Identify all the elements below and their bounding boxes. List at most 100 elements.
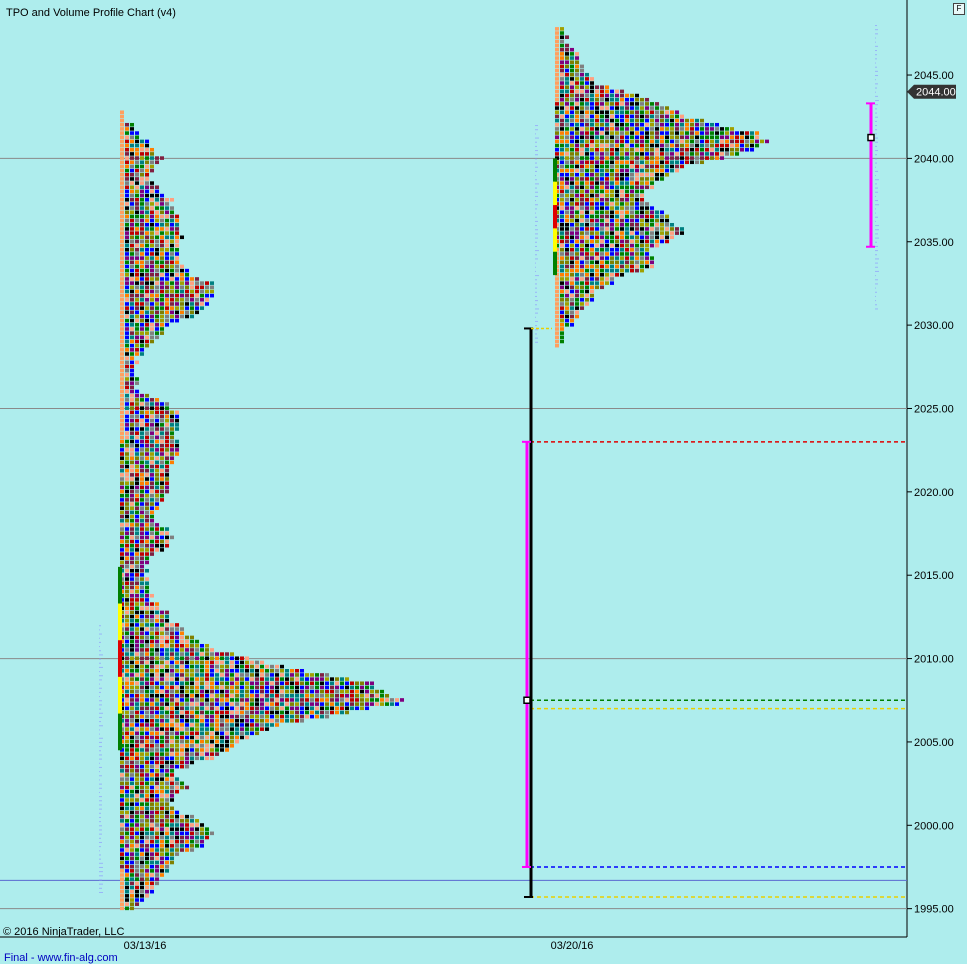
tpo-cell bbox=[580, 277, 584, 281]
tpo-cell bbox=[125, 323, 129, 327]
tpo-cell bbox=[590, 235, 594, 240]
tpo-cell bbox=[135, 648, 139, 652]
tpo-cell bbox=[165, 281, 169, 285]
tpo-cell bbox=[250, 685, 254, 690]
tpo-cell bbox=[245, 693, 249, 698]
tpo-cell bbox=[120, 202, 124, 206]
tpo-cell bbox=[205, 660, 209, 665]
tpo-cell bbox=[605, 164, 609, 169]
tpo-cell bbox=[665, 135, 669, 140]
tpo-cell bbox=[205, 706, 209, 711]
tpo-cell bbox=[150, 189, 154, 194]
tpo-cell bbox=[195, 310, 199, 315]
tpo-cell bbox=[145, 869, 149, 873]
tpo-cell bbox=[125, 660, 129, 665]
tpo-cell bbox=[135, 577, 139, 581]
tpo-cell bbox=[735, 152, 739, 156]
tpo-cell bbox=[180, 844, 184, 848]
tpo-cell bbox=[155, 752, 159, 756]
tpo-cell bbox=[135, 377, 139, 381]
tpo-cell bbox=[630, 143, 634, 148]
tpo-cell bbox=[165, 819, 169, 823]
tpo-cell bbox=[145, 185, 149, 190]
tpo-cell bbox=[675, 168, 679, 173]
tpo-cell bbox=[125, 418, 129, 423]
tpo-cell bbox=[290, 685, 294, 690]
tpo-cell bbox=[675, 114, 679, 119]
volume-profile-tick bbox=[875, 233, 878, 235]
tpo-cell bbox=[150, 702, 154, 706]
tpo-cell bbox=[205, 739, 209, 744]
tpo-cell bbox=[125, 277, 129, 281]
tpo-cell bbox=[205, 677, 209, 681]
tpo-cell bbox=[165, 798, 169, 802]
tpo-cell bbox=[135, 898, 139, 902]
tpo-cell bbox=[145, 852, 149, 856]
tpo-cell bbox=[165, 456, 169, 460]
tpo-cell bbox=[560, 210, 564, 215]
tpo-cell bbox=[175, 739, 179, 744]
tpo-cell bbox=[305, 677, 309, 681]
tpo-cell bbox=[600, 127, 604, 131]
tpo-cell bbox=[560, 52, 564, 56]
tpo-cell bbox=[595, 202, 599, 206]
tpo-cell bbox=[590, 222, 594, 227]
tpo-cell bbox=[215, 710, 219, 715]
tpo-cell bbox=[560, 302, 564, 306]
tpo-cell bbox=[185, 723, 189, 727]
tpo-cell bbox=[135, 352, 139, 356]
tpo-cell bbox=[135, 252, 139, 256]
tpo-cell bbox=[165, 856, 169, 861]
tpo-cell bbox=[200, 693, 204, 698]
volume-profile-tick bbox=[875, 70, 878, 72]
footer-link[interactable]: Final - www.fin-alg.com bbox=[4, 952, 118, 964]
tpo-cell bbox=[560, 189, 564, 194]
tpo-cell bbox=[575, 97, 579, 102]
volume-profile-tick bbox=[875, 195, 876, 197]
tpo-cell bbox=[195, 677, 199, 681]
tpo-cell bbox=[140, 514, 144, 519]
tpo-cell bbox=[190, 727, 194, 731]
tpo-cell bbox=[135, 256, 139, 260]
tpo-cell bbox=[150, 614, 154, 619]
tpo-cell bbox=[235, 698, 239, 702]
tpo-cell bbox=[165, 781, 169, 786]
tpo-cell bbox=[715, 143, 719, 148]
tpo-cell bbox=[615, 168, 619, 173]
tpo-cell bbox=[740, 131, 744, 135]
tpo-cell bbox=[260, 660, 264, 665]
tpo-cell bbox=[570, 206, 574, 210]
tpo-cell bbox=[230, 693, 234, 698]
tpo-cell bbox=[130, 627, 134, 631]
tpo-cell bbox=[580, 264, 584, 269]
tpo-cell bbox=[560, 114, 564, 119]
tpo-cell bbox=[170, 760, 174, 765]
tpo-cell bbox=[285, 668, 289, 673]
tpo-cell bbox=[190, 660, 194, 665]
tpo-cell bbox=[145, 877, 149, 881]
tpo-cell bbox=[125, 535, 129, 540]
chart-options-button[interactable]: F bbox=[953, 3, 965, 15]
tpo-cell bbox=[130, 193, 134, 198]
tpo-cell bbox=[620, 252, 624, 256]
tpo-cell bbox=[565, 64, 569, 69]
tpo-cell bbox=[225, 668, 229, 673]
tpo-cell bbox=[650, 185, 654, 190]
tpo-cell bbox=[245, 719, 249, 723]
tpo-cell bbox=[150, 160, 154, 165]
tpo-cell bbox=[290, 702, 294, 706]
tpo-cell bbox=[130, 785, 134, 790]
tpo-cell bbox=[565, 47, 569, 52]
tpo-cell bbox=[190, 668, 194, 673]
tpo-cell bbox=[140, 568, 144, 573]
tpo-cell bbox=[130, 181, 134, 185]
tpo-cell bbox=[130, 185, 134, 190]
tpo-cell bbox=[195, 744, 199, 748]
volume-profile-tick bbox=[99, 671, 100, 673]
tpo-cell bbox=[155, 548, 159, 552]
tpo-cell bbox=[130, 589, 134, 594]
tpo-cell bbox=[220, 673, 224, 677]
tpo-cell bbox=[140, 864, 144, 869]
tpo-cell bbox=[670, 160, 674, 165]
tpo-cell bbox=[160, 677, 164, 681]
